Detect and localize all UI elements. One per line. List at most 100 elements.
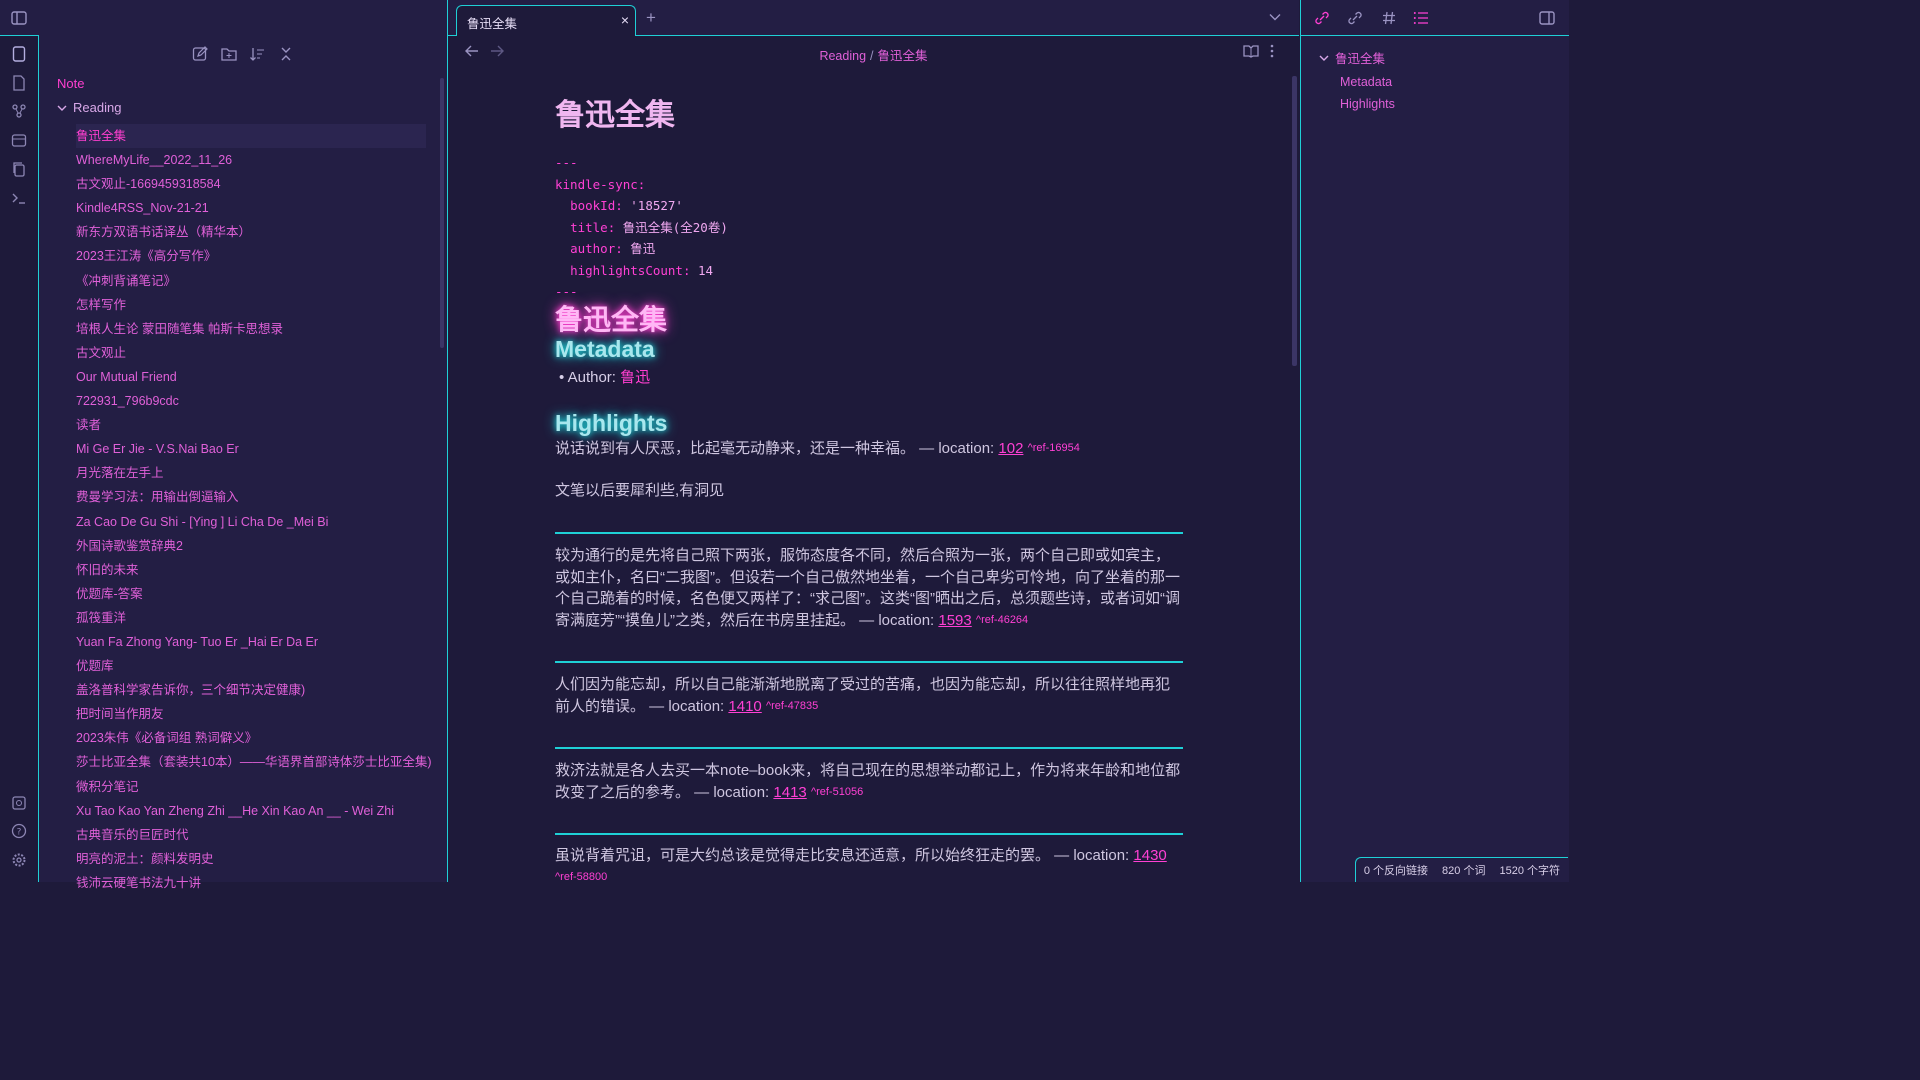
file-item[interactable]: Za Cao De Gu Shi - [Ying ] Li Cha De _Me…: [76, 510, 432, 534]
file-item[interactable]: Mi Ge Er Jie - V.S.Nai Bao Er: [76, 437, 432, 461]
new-folder-icon[interactable]: [219, 44, 239, 64]
folder-reading[interactable]: Reading: [57, 100, 121, 115]
outline-icon[interactable]: [1411, 8, 1431, 28]
file-item[interactable]: 盖洛普科学家告诉你，三个细节决定健康): [76, 678, 432, 702]
files-icon[interactable]: [9, 44, 29, 64]
file-item[interactable]: 优题库: [76, 654, 432, 678]
reading-view-icon[interactable]: [1243, 44, 1259, 61]
help-icon[interactable]: ?: [9, 821, 29, 841]
backlinks-icon[interactable]: [1312, 8, 1332, 28]
fm-dashes: ---: [555, 155, 578, 170]
heading-metadata: Metadata: [555, 336, 655, 362]
file-item[interactable]: 费曼学习法：用输出倒逼输入: [76, 485, 432, 509]
file-item[interactable]: Kindle4RSS_Nov-21-21: [76, 196, 432, 220]
file-item[interactable]: 2023朱伟《必备词组 熟词僻义》: [76, 726, 432, 750]
tags-icon[interactable]: [1379, 8, 1399, 28]
divider: [555, 661, 1183, 663]
author-link[interactable]: 鲁迅: [620, 369, 650, 386]
new-note-icon[interactable]: [190, 44, 210, 64]
highlight-2: 较为通行的是先将自己照下两张，服饰态度各不同，然后合照为一张，两个自己即或如宾主…: [555, 545, 1183, 631]
location-link[interactable]: 1413: [773, 784, 806, 801]
file-item[interactable]: 古典音乐的巨匠时代: [76, 823, 432, 847]
outgoing-links-icon[interactable]: [1345, 8, 1365, 28]
divider: [555, 833, 1183, 835]
location-prefix: — location:: [645, 697, 729, 715]
file-item[interactable]: 读者: [76, 413, 432, 437]
file-item[interactable]: 微积分笔记: [76, 775, 432, 799]
vault-icon[interactable]: [9, 793, 29, 813]
outline-panel: 鲁迅全集 Metadata Highlights: [1319, 48, 1395, 111]
fm-title-value: 鲁迅全集(全20卷): [622, 219, 728, 235]
file-item[interactable]: Our Mutual Friend: [76, 365, 432, 389]
ribbon: ?: [0, 0, 39, 882]
location-link[interactable]: 1430: [1133, 847, 1166, 864]
ref-id: ^ref-16954: [1027, 442, 1080, 454]
outline-item-highlights[interactable]: Highlights: [1340, 97, 1395, 111]
chevron-down-icon[interactable]: [1269, 9, 1281, 24]
terminal-icon[interactable]: [9, 188, 29, 208]
ref-id: ^ref-51056: [810, 785, 864, 798]
file-item[interactable]: 新东方双语书话译丛（精华本）: [76, 220, 432, 244]
chevron-down-icon: [57, 100, 67, 115]
graph-icon[interactable]: [9, 101, 29, 121]
file-item[interactable]: 把时间当作朋友: [76, 702, 432, 726]
file-item[interactable]: Yuan Fa Zhong Yang- Tuo Er _Hai Er Da Er: [76, 630, 432, 654]
file-item[interactable]: 鲁迅全集: [76, 124, 426, 149]
collapse-all-icon[interactable]: [276, 44, 296, 64]
sidebar-scrollbar[interactable]: [440, 78, 444, 348]
sort-icon[interactable]: [247, 44, 267, 64]
right-sidebar-toggle-icon[interactable]: [1537, 8, 1557, 28]
file-item[interactable]: 外国诗歌鉴赏辞典2: [76, 534, 432, 558]
author-bullet: • Author: 鲁迅: [559, 369, 651, 386]
folder-label: Reading: [73, 100, 122, 115]
file-item[interactable]: 古文观止: [76, 341, 432, 365]
file-item[interactable]: 月光落在左手上: [76, 461, 432, 485]
file-item[interactable]: 优题库-答案: [76, 582, 432, 606]
copy-icon[interactable]: [9, 159, 29, 179]
file-item[interactable]: 古文观止-1669459318584: [76, 172, 432, 196]
new-tab-icon[interactable]: +: [646, 8, 656, 28]
location-prefix: — location:: [915, 440, 999, 457]
breadcrumb-separator: /: [870, 49, 874, 63]
sidebar-toggle-icon[interactable]: [9, 8, 29, 28]
fm-dashes-end: ---: [555, 284, 578, 299]
settings-icon[interactable]: [9, 850, 29, 870]
file-item[interactable]: 怎样写作: [76, 293, 432, 317]
user-note: 文笔以后要犀利些,有洞见: [555, 482, 725, 499]
fm-title-key: title:: [570, 219, 616, 235]
highlight-5: 虽说背着咒诅，可是大约总该是觉得走比安息还适意，所以始终狂走的罢。 — loca…: [555, 845, 1183, 888]
ref-id: ^ref-47835: [765, 699, 819, 712]
location-link[interactable]: 102: [998, 440, 1023, 457]
file-item[interactable]: 2023王江涛《高分写作》: [76, 244, 432, 268]
file-item[interactable]: WhereMyLife__2022_11_26: [76, 148, 432, 172]
file-item[interactable]: 钱沛云硬笔书法九十讲: [76, 871, 432, 895]
file-item[interactable]: 722931_796b9cdc: [76, 389, 432, 413]
file-item[interactable]: 明亮的泥土：颜料发明史: [76, 847, 432, 871]
note-title[interactable]: 鲁迅全集: [555, 90, 675, 134]
file-item[interactable]: 《冲刺背诵笔记》: [76, 269, 432, 293]
tab-active[interactable]: 鲁迅全集 ×: [456, 5, 636, 36]
file-item[interactable]: 莎士比亚全集（套装共10本）——华语界首部诗体莎士比亚全集): [76, 750, 432, 774]
status-backlinks[interactable]: 0 个反向链接: [1364, 862, 1428, 878]
divider: [555, 747, 1183, 749]
file-item[interactable]: 孤筏重洋: [76, 606, 432, 630]
outline-item-metadata[interactable]: Metadata: [1340, 75, 1395, 89]
heading-highlights: Highlights: [555, 410, 668, 436]
calendar-icon[interactable]: [9, 130, 29, 150]
editor-scrollbar[interactable]: [1292, 76, 1297, 366]
location-link[interactable]: 1593: [938, 612, 971, 629]
breadcrumb-file[interactable]: 鲁迅全集: [878, 49, 928, 63]
file-item[interactable]: 怀旧的未来: [76, 558, 432, 582]
file-item[interactable]: Xu Tao Kao Yan Zheng Zhi __He Xin Kao An…: [76, 799, 432, 823]
frontmatter: --- kindle-sync: bookId: '18527' title: …: [555, 152, 728, 303]
file-item[interactable]: 培根人生论 蒙田随笔集 帕斯卡思想录: [76, 317, 432, 341]
location-link[interactable]: 1410: [728, 698, 761, 715]
ref-id: ^ref-46264: [975, 613, 1029, 626]
breadcrumb-folder[interactable]: Reading: [819, 49, 866, 63]
file-list: 鲁迅全集 WhereMyLife__2022_11_26 古文观止-16694593…: [76, 124, 432, 895]
vault-root-label[interactable]: Note: [57, 76, 84, 91]
templates-icon[interactable]: [9, 73, 29, 93]
close-icon[interactable]: ×: [621, 12, 629, 28]
outline-root[interactable]: 鲁迅全集: [1319, 48, 1395, 67]
more-options-icon[interactable]: [1270, 44, 1274, 61]
